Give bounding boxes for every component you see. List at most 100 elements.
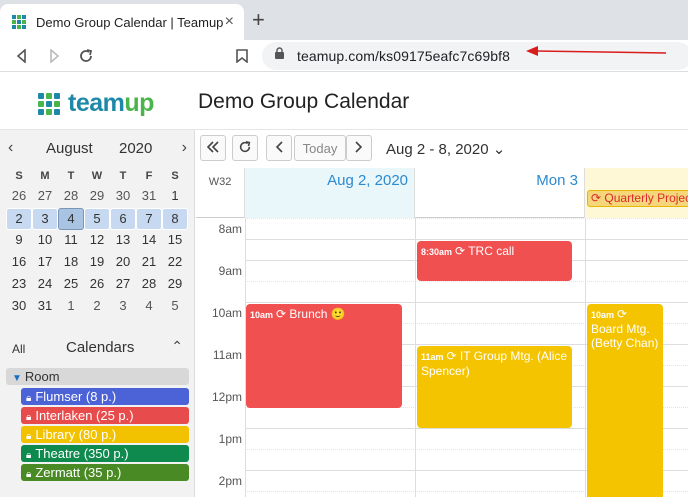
mini-day[interactable]: 2 xyxy=(6,208,32,230)
chevron-up-icon[interactable]: ⌃ xyxy=(171,338,183,355)
lock-icon: 🔒︎ xyxy=(26,431,32,442)
event-board-mtg[interactable]: 10am ⟳ Board Mtg. (Betty Chan) xyxy=(587,304,663,497)
mini-day[interactable]: 26 xyxy=(84,274,110,296)
close-icon[interactable]: × xyxy=(225,13,234,31)
mini-day[interactable]: 23 xyxy=(6,274,32,296)
caret-down-icon: ▼ xyxy=(12,373,22,384)
mini-month-select[interactable]: August xyxy=(46,140,93,157)
recurring-icon: ⟳ xyxy=(617,307,628,321)
mini-day[interactable]: 22 xyxy=(162,252,188,274)
mini-day[interactable]: 25 xyxy=(58,274,84,296)
lock-icon: 🔒︎ xyxy=(26,393,32,404)
prev-week-button[interactable] xyxy=(266,135,292,161)
calendar-item-zermatt[interactable]: 🔒︎ Zermatt (35 p.) xyxy=(21,464,189,481)
allday-event[interactable]: ⟳ Quarterly Projec xyxy=(587,190,688,207)
time-label: 12pm xyxy=(211,390,242,404)
mini-day[interactable]: 4 xyxy=(136,296,162,318)
chevron-left-icon xyxy=(275,140,283,156)
mini-day[interactable]: 9 xyxy=(6,230,32,252)
mini-day[interactable]: 31 xyxy=(32,296,58,318)
calendar-item-interlaken[interactable]: 🔒︎ Interlaken (25 p.) xyxy=(21,407,189,424)
mini-day[interactable]: 6 xyxy=(110,208,136,230)
time-label: 11am xyxy=(212,348,242,362)
mini-week-row: 9 10 11 12 13 14 15 xyxy=(6,230,188,252)
day-header-tue[interactable]: ⟳ Quarterly Projec xyxy=(585,168,688,218)
mini-year-select[interactable]: 2020 xyxy=(119,140,152,157)
mini-day[interactable]: 21 xyxy=(136,252,162,274)
mini-calendar-weekdays: S M T W T F S xyxy=(6,170,188,186)
reload-icon[interactable] xyxy=(74,44,98,68)
mini-day[interactable]: 28 xyxy=(136,274,162,296)
mini-prev-month-button[interactable]: ‹ xyxy=(8,139,13,157)
back-arrow-icon[interactable] xyxy=(10,44,34,68)
grid-line xyxy=(245,239,688,240)
refresh-button[interactable] xyxy=(232,135,258,161)
mini-day[interactable]: 14 xyxy=(136,230,162,252)
today-button[interactable]: Today xyxy=(294,135,346,161)
day-header-mon[interactable]: Mon 3 xyxy=(415,168,585,218)
mini-day[interactable]: 30 xyxy=(6,296,32,318)
event-title: Brunch 🙂 xyxy=(289,307,346,321)
mini-day[interactable]: 3 xyxy=(32,208,58,230)
mini-day[interactable]: 13 xyxy=(110,230,136,252)
mini-day[interactable]: 12 xyxy=(84,230,110,252)
red-arrow-annotation-icon xyxy=(526,46,666,56)
mini-day[interactable]: 11 xyxy=(58,230,84,252)
mini-day[interactable]: 7 xyxy=(136,208,162,230)
mini-day[interactable]: 27 xyxy=(110,274,136,296)
weekday-label: F xyxy=(145,170,153,182)
mini-next-month-button[interactable]: › xyxy=(182,139,187,157)
event-title: TRC call xyxy=(468,244,515,258)
calendar-folder-room[interactable]: ▼ Room xyxy=(6,368,189,385)
mini-day[interactable]: 31 xyxy=(136,186,162,208)
mini-day[interactable]: 15 xyxy=(162,230,188,252)
next-week-button[interactable] xyxy=(346,135,372,161)
event-brunch[interactable]: 10am ⟳ Brunch 🙂 xyxy=(246,304,402,408)
weekday-label: W xyxy=(91,170,103,182)
mini-day[interactable]: 29 xyxy=(162,274,188,296)
mini-day[interactable]: 16 xyxy=(6,252,32,274)
day-header-sun[interactable]: Aug 2, 2020 xyxy=(245,168,415,218)
event-it-group-mtg[interactable]: 11am ⟳ IT Group Mtg. (Alice Spencer) xyxy=(417,346,572,428)
bookmark-icon[interactable] xyxy=(230,44,254,68)
mini-day[interactable]: 1 xyxy=(162,186,188,208)
mini-day[interactable]: 30 xyxy=(110,186,136,208)
all-calendars-link[interactable]: All xyxy=(12,342,25,356)
teamup-logo[interactable]: teamup xyxy=(38,89,154,118)
mini-day[interactable]: 8 xyxy=(162,208,188,230)
mini-day[interactable]: 27 xyxy=(32,186,58,208)
mini-day[interactable]: 28 xyxy=(58,186,84,208)
event-title: Board Mtg. (Betty Chan) xyxy=(591,322,659,350)
recurring-icon: ⟳ xyxy=(591,191,605,205)
chevron-right-icon xyxy=(355,140,363,156)
mini-day[interactable]: 26 xyxy=(6,186,32,208)
calendar-item-label: Library (80 p.) xyxy=(35,427,117,442)
mini-day[interactable]: 18 xyxy=(58,252,84,274)
date-range-dropdown[interactable]: Aug 2 - 8, 2020 ⌄ xyxy=(386,140,505,158)
mini-day[interactable]: 17 xyxy=(32,252,58,274)
mini-day[interactable]: 20 xyxy=(110,252,136,274)
mini-day[interactable]: 5 xyxy=(162,296,188,318)
sidebar-collapse-button[interactable] xyxy=(200,135,226,161)
mini-day[interactable]: 29 xyxy=(84,186,110,208)
weekday-label: M xyxy=(40,170,50,182)
mini-day[interactable]: 2 xyxy=(84,296,110,318)
browser-tab[interactable]: Demo Group Calendar | Teamup × xyxy=(0,4,244,40)
mini-day[interactable]: 5 xyxy=(84,208,110,230)
forward-arrow-icon[interactable] xyxy=(42,44,66,68)
mini-day[interactable]: 3 xyxy=(110,296,136,318)
time-label: 9am xyxy=(218,264,242,278)
calendar-item-flumser[interactable]: 🔒︎ Flumser (8 p.) xyxy=(21,388,189,405)
time-label: 10am xyxy=(211,306,242,320)
new-tab-button[interactable]: + xyxy=(252,9,265,31)
mini-day-today[interactable]: 4 xyxy=(58,208,84,230)
mini-day[interactable]: 10 xyxy=(32,230,58,252)
event-trc-call[interactable]: 8:30am ⟳ TRC call xyxy=(417,241,572,281)
calendar-title: Demo Group Calendar xyxy=(198,90,410,113)
recurring-icon: ⟳ xyxy=(455,244,469,258)
mini-day[interactable]: 19 xyxy=(84,252,110,274)
mini-day[interactable]: 1 xyxy=(58,296,84,318)
mini-day[interactable]: 24 xyxy=(32,274,58,296)
calendar-item-library[interactable]: 🔒︎ Library (80 p.) xyxy=(21,426,189,443)
calendar-item-theatre[interactable]: 🔒︎ Theatre (350 p.) xyxy=(21,445,189,462)
